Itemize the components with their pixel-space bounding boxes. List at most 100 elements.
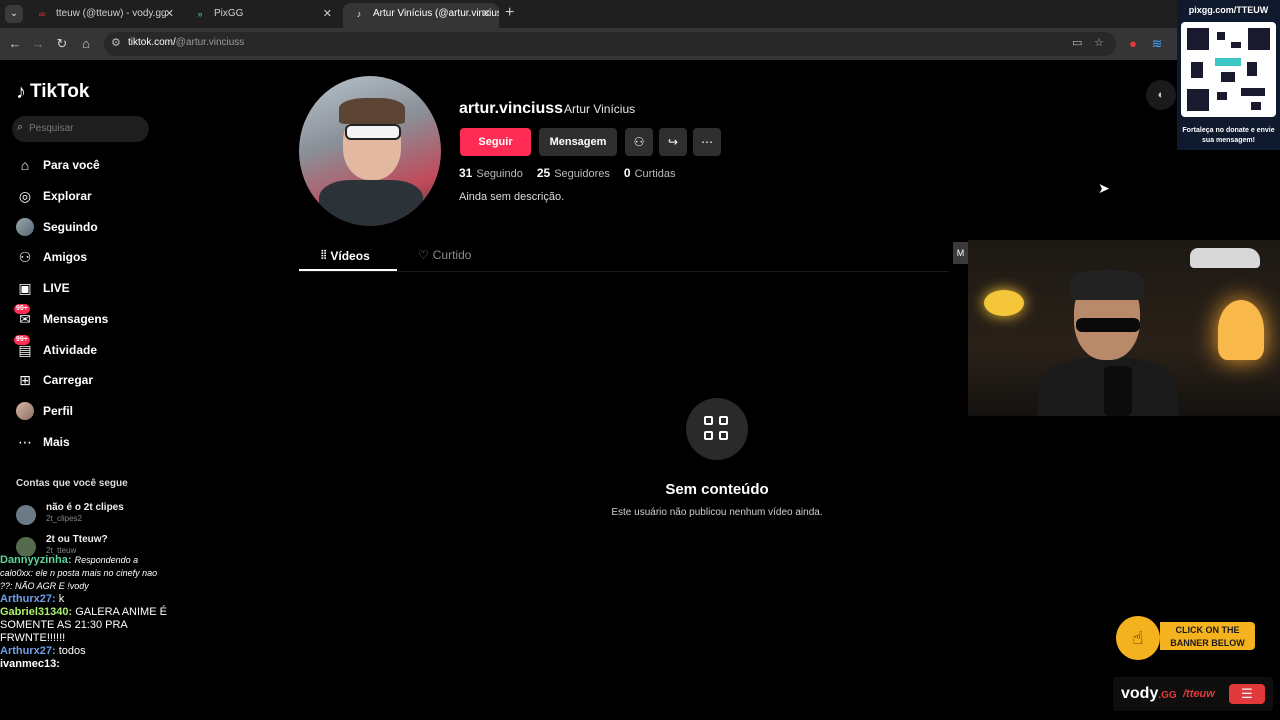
profile-tabs: ⦙⦙ Vídeos ♡ Curtido [299, 243, 949, 272]
chat-message: ivanmec13: [0, 658, 168, 671]
profile-username: artur.vinciuss [459, 100, 564, 117]
chat-text: k [58, 593, 65, 605]
close-tab-icon[interactable]: ✕ [323, 3, 332, 25]
share-icon: ↪ [667, 135, 679, 149]
bookmark-star-icon[interactable]: ☆ [1094, 36, 1104, 49]
qr-code [1181, 22, 1276, 117]
sidebar-item-seguindo[interactable]: Seguindo [16, 216, 156, 238]
tiktok-logo[interactable]: ♪ TikTok [16, 80, 89, 104]
stat-followers[interactable]: 25 Seguidores [537, 166, 610, 180]
close-tab-icon[interactable]: ✕ [482, 3, 491, 25]
chat-username: Gabriel31340: [0, 606, 73, 618]
browser-tab-pixgg[interactable]: » PixGG ✕ [184, 3, 340, 28]
qr-finder [1187, 28, 1209, 50]
sidebar-item-label: LIVE [43, 281, 70, 295]
logo-text: TikTok [30, 81, 90, 102]
back-icon[interactable]: ← [6, 35, 24, 53]
profile-avatar [299, 76, 441, 226]
vody-logo-text: vody.GG [1121, 685, 1177, 703]
sidebar-item-label: Mais [43, 435, 70, 449]
extension-icon[interactable]: ≋ [1148, 35, 1166, 53]
grid-cell [719, 416, 728, 425]
stream-chat: Dannyyzinha: Respondendo a calo0xx: ele … [0, 554, 168, 720]
stat-following[interactable]: 31 Seguindo [459, 166, 523, 180]
webcam-microphone [1104, 366, 1132, 416]
extension-icon[interactable]: ● [1124, 35, 1142, 53]
sidebar-item-live[interactable]: ▣ LIVE [16, 277, 156, 299]
compass-icon[interactable]: ◐ [1146, 80, 1176, 110]
tab-search-button[interactable]: ⌄ [5, 5, 23, 23]
tiktok-tab-icon: ♪ [356, 9, 362, 19]
following-account-name: 2t ou Tteuw? [46, 534, 108, 545]
share-button[interactable]: ↪ [659, 128, 687, 156]
sidebar-item-label: Explorar [43, 189, 92, 203]
mouse-cursor-icon: ➤ [1098, 180, 1110, 196]
reload-icon[interactable]: ↻ [53, 35, 71, 53]
home-icon: ⌂ [20, 157, 30, 173]
grid-cell [704, 431, 713, 440]
empty-state-subtitle: Este usuário não publicou nenhum vídeo a… [611, 507, 823, 518]
browser-tabbar: ⌄ ∞ tteuw (@tteuw) - vody.gg ✕ » PixGG ✕… [0, 0, 1280, 28]
heart-icon: ♡ [418, 248, 429, 262]
tab-videos[interactable]: ⦙⦙ Vídeos [321, 248, 370, 263]
vody-banner: vody.GG /tteuw ☰ [1113, 677, 1273, 711]
sidebar-item-explorar[interactable]: ◎ Explorar [16, 185, 156, 207]
sidebar-item-amigos[interactable]: ⚇ Amigos [16, 246, 156, 268]
browser-toolbar: ← → ↻ ⌂ ⚙ tiktok.com/@artur.vinciuss ▭ ☆… [0, 28, 1280, 60]
close-tab-icon[interactable]: ✕ [165, 3, 174, 25]
address-bar[interactable]: ⚙ tiktok.com/@artur.vinciuss ▭ ☆ [104, 32, 1116, 56]
site-info-icon[interactable]: ⚙ [111, 36, 121, 49]
following-avatar-icon [16, 218, 34, 236]
qr-finder [1187, 89, 1209, 111]
new-tab-button[interactable]: + [505, 4, 514, 22]
sidebar-item-carregar[interactable]: ⊞ Carregar [16, 369, 156, 391]
sidebar-item-para-voce[interactable]: ⌂ Para você [16, 154, 156, 176]
notification-badge: 99+ [14, 335, 30, 345]
avatar [16, 218, 34, 236]
more-icon: ⋯ [701, 135, 713, 149]
webcam-tag: M [953, 242, 968, 264]
sidebar-item-perfil[interactable]: Perfil [16, 400, 156, 422]
pixgg-tab-icon: » [197, 9, 203, 19]
follow-button[interactable]: Seguir [460, 128, 531, 156]
sidebar-item-mais[interactable]: ⋯ Mais [16, 431, 156, 453]
stat-value: 25 [536, 166, 551, 180]
browser-tab-vody[interactable]: ∞ tteuw (@tteuw) - vody.gg ✕ [26, 3, 182, 28]
home-icon[interactable]: ⌂ [77, 35, 95, 53]
chat-text: todos [58, 645, 86, 657]
banner-text: CLICK ON THE BANNER BELOW [1160, 622, 1255, 650]
qr-module [1217, 92, 1227, 100]
tiktok-note-icon: ♪ [16, 80, 26, 103]
search-placeholder: Pesquisar [29, 123, 74, 134]
qr-module [1215, 58, 1241, 66]
install-app-icon[interactable]: ▭ [1072, 36, 1082, 49]
webcam-lamp-right [1218, 300, 1264, 360]
vody-brand: vody [1121, 685, 1159, 702]
webcam-person-sunglasses [1076, 318, 1140, 332]
webcam-model-car [1190, 248, 1260, 268]
forward-icon[interactable]: → [29, 35, 47, 53]
chat-username: ivanmec13: [0, 658, 60, 670]
browser-tab-tiktok[interactable]: ♪ Artur Vinícius (@artur.vinciuss) ✕ [343, 3, 499, 28]
tab-curtido[interactable]: ♡ Curtido [418, 248, 471, 262]
sidebar-item-mensagens[interactable]: ✉ 99+ Mensagens [14, 304, 156, 330]
profile-bio: Ainda sem descrição. [459, 191, 565, 203]
sidebar-item-atividade[interactable]: ▤ 99+ Atividade [14, 335, 156, 361]
add-friend-button[interactable]: ⚇ [625, 128, 653, 156]
search-input[interactable]: ⌕ Pesquisar [12, 116, 149, 142]
pointing-hand-icon: ☝ [1116, 616, 1160, 660]
more-options-button[interactable]: ⋯ [693, 128, 721, 156]
following-account[interactable]: não é o 2t clipes 2t_clipes2 [16, 502, 156, 528]
profile-avatar-icon [16, 402, 34, 420]
tab-title: Artur Vinícius (@artur.vinciuss) [373, 8, 499, 19]
stat-label: Curtidas [634, 168, 676, 180]
url-path: @artur.vinciuss [175, 37, 245, 48]
qr-caption: Fortaleça no donate e envie sua mensagem… [1182, 127, 1275, 144]
message-button[interactable]: Mensagem [539, 128, 617, 156]
qr-module [1231, 42, 1241, 48]
address-url: tiktok.com/@artur.vinciuss [128, 37, 244, 48]
qr-module [1247, 62, 1257, 76]
messages-icon: ✉ 99+ [14, 304, 31, 327]
tab-label: Curtido [432, 248, 472, 262]
sidebar-item-label: Para você [43, 158, 100, 172]
